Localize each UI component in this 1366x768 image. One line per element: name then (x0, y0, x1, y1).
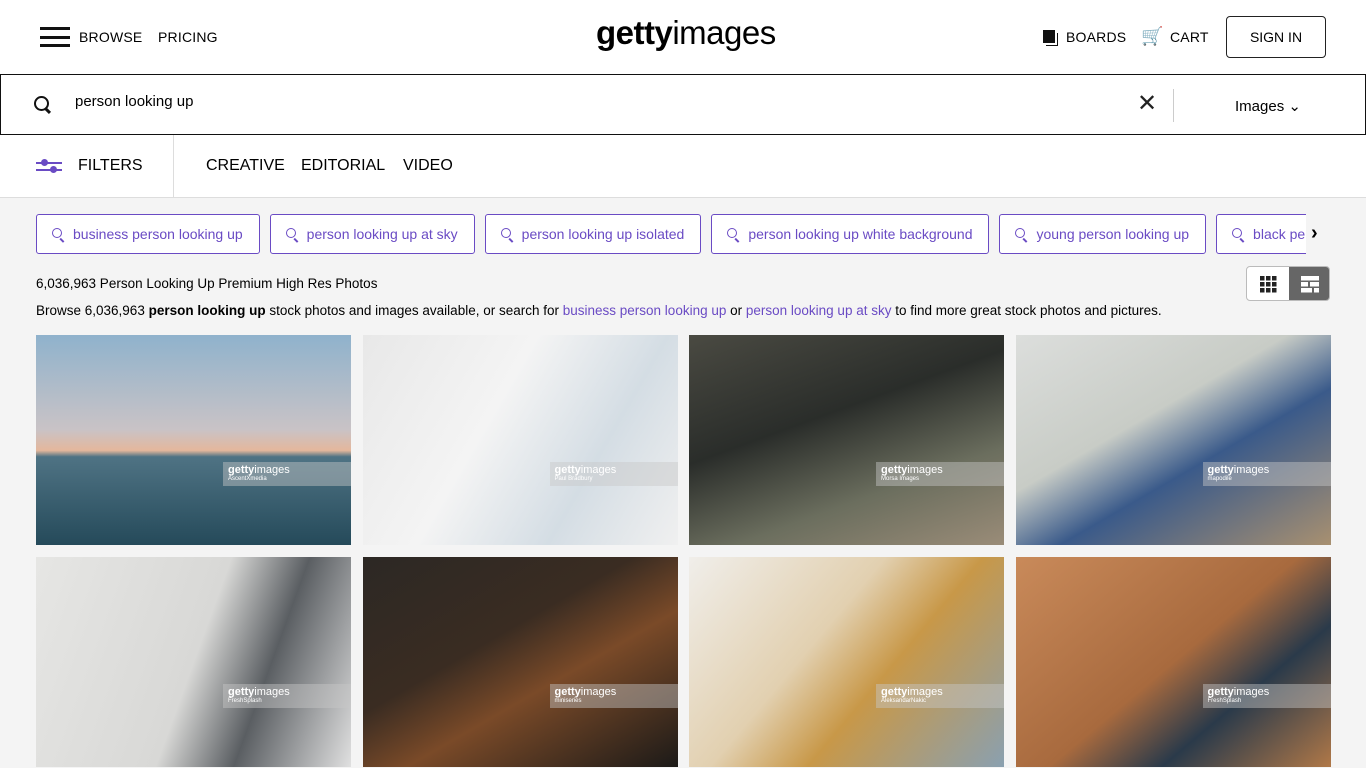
browse-link[interactable]: BROWSE (79, 29, 142, 45)
image-credit: Morsa Images (881, 476, 920, 482)
chevron-down-icon: ⌄ (1288, 98, 1301, 115)
watermark: gettyimages miniseries (549, 684, 678, 708)
cart-link[interactable]: CART (1170, 29, 1209, 45)
view-toggle (1246, 266, 1330, 301)
cart-icon: 🛒 (1141, 26, 1164, 46)
tab-creative[interactable]: CREATIVE (206, 157, 285, 175)
image-credit: mapodile (1207, 476, 1232, 482)
clear-icon[interactable]: ✕ (1137, 89, 1157, 118)
results-count: 6,036,963 Person Looking Up Premium High… (36, 276, 378, 291)
related-link[interactable]: business person looking up (563, 303, 727, 318)
image-result[interactable]: gettyimages AleksandarNakic (689, 557, 1004, 767)
filters-button[interactable]: FILTERS (78, 157, 143, 175)
related-searches: business person looking up person looking… (36, 214, 1306, 254)
search-icon[interactable] (34, 96, 49, 111)
filter-bar: FILTERS CREATIVE EDITORIAL VIDEO (0, 135, 1366, 198)
image-credit: AscentXmedia (228, 476, 267, 482)
pricing-link[interactable]: PRICING (158, 29, 218, 45)
sign-in-button[interactable]: SIGN IN (1226, 16, 1326, 58)
image-credit: Paul Bradbury (554, 476, 593, 482)
boards-icon (1043, 30, 1055, 43)
watermark: gettyimages FreshSplash (223, 684, 351, 708)
related-search-chip[interactable]: young person looking up (999, 214, 1207, 254)
watermark: gettyimages AleksandarNakic (876, 684, 1004, 708)
image-result[interactable]: gettyimages Paul Bradbury (362, 335, 678, 545)
chevron-right-icon[interactable]: › (1311, 222, 1318, 245)
image-credit: FreshSplash (228, 698, 262, 704)
tab-editorial[interactable]: EDITORIAL (301, 157, 385, 175)
filters-icon[interactable] (36, 157, 62, 175)
watermark: gettyimages FreshSplash (1202, 684, 1331, 708)
related-search-chip[interactable]: person looking up white background (711, 214, 990, 254)
image-credit: FreshSplash (1207, 698, 1242, 704)
image-credit: AleksandarNakic (881, 698, 927, 704)
search-type-label: Images (1235, 98, 1285, 115)
related-link[interactable]: person looking up at sky (746, 303, 892, 318)
tab-video[interactable]: VIDEO (403, 157, 453, 175)
image-result[interactable]: gettyimages AscentXmedia (36, 335, 351, 545)
search-type-dropdown[interactable]: Images ⌄ (1235, 97, 1301, 115)
divider (173, 135, 174, 198)
grid-view-icon[interactable] (1247, 267, 1289, 300)
related-search-chip[interactable]: business person looking up (36, 214, 260, 254)
image-credit: miniseries (554, 698, 582, 704)
watermark: gettyimages Morsa Images (876, 462, 1004, 486)
related-search-chip[interactable]: person looking up at sky (269, 214, 475, 254)
related-search-chip[interactable]: black person looking up (1216, 214, 1306, 254)
top-bar: BROWSE PRICING gettyimages BOARDS 🛒 CART… (0, 0, 1366, 74)
image-result[interactable]: gettyimages Morsa Images (689, 335, 1004, 545)
image-result[interactable]: gettyimages FreshSplash (1015, 557, 1331, 767)
mosaic-view-icon[interactable] (1289, 267, 1329, 300)
boards-link[interactable]: BOARDS (1066, 29, 1126, 45)
logo[interactable]: gettyimages (596, 14, 776, 52)
related-search-chip[interactable]: person looking up isolated (484, 214, 702, 254)
image-result[interactable]: gettyimages miniseries (362, 557, 678, 767)
menu-icon[interactable] (40, 27, 70, 47)
search-bar: ✕ Images ⌄ (0, 74, 1366, 135)
watermark: gettyimages mapodile (1202, 462, 1331, 486)
search-input[interactable] (75, 93, 1075, 110)
watermark: gettyimages AscentXmedia (223, 462, 351, 486)
watermark: gettyimages Paul Bradbury (549, 462, 678, 486)
image-result[interactable]: gettyimages mapodile (1015, 335, 1331, 545)
results-description: Browse 6,036,963 person looking up stock… (36, 303, 1162, 318)
divider (1173, 89, 1174, 122)
image-result[interactable]: gettyimages FreshSplash (36, 557, 351, 767)
